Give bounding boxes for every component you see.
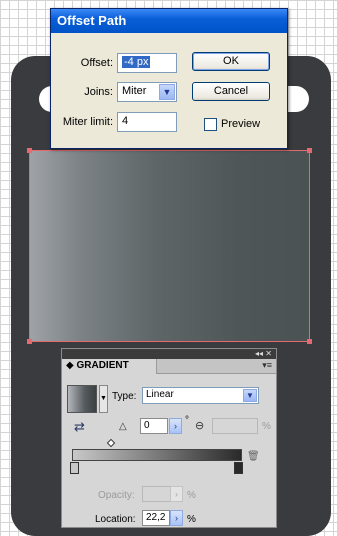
gradient-panel: ◂◂ ✕ ◆ GRADIENT ▾≡ ▼ Type: Linear ▼ ⇄ △ …: [61, 348, 277, 528]
joins-select[interactable]: Miter ▼: [117, 82, 177, 102]
panel-menu-icon[interactable]: ▾≡: [262, 360, 272, 371]
preview-label: Preview: [221, 118, 261, 130]
chevron-down-icon[interactable]: ▼: [159, 84, 175, 100]
joins-value: Miter: [122, 85, 147, 97]
gradient-stop-left[interactable]: [70, 462, 79, 474]
aspect-ratio-icon: ⊖: [195, 420, 205, 432]
gradient-stop-right[interactable]: [234, 462, 243, 474]
gradient-slider[interactable]: [72, 449, 242, 461]
angle-stepper[interactable]: ›: [169, 418, 182, 434]
offset-path-dialog: Offset Path Offset: -4 px Joins: Miter ▼…: [50, 8, 288, 149]
cancel-button[interactable]: Cancel: [192, 82, 270, 101]
angle-input[interactable]: 0: [140, 418, 168, 434]
opacity-input: [142, 486, 172, 502]
selection-handle-br[interactable]: [307, 339, 312, 344]
offset-value: -4 px: [122, 56, 151, 68]
miter-limit-input[interactable]: 4: [117, 112, 177, 132]
panel-topstrip[interactable]: ◂◂ ✕: [62, 349, 276, 359]
gradient-midpoint[interactable]: [106, 438, 116, 448]
gradient-swatch[interactable]: [67, 385, 97, 413]
location-value: 22,2: [146, 512, 166, 523]
offset-input[interactable]: -4 px: [117, 53, 177, 73]
joins-label: Joins:: [84, 86, 113, 98]
ok-button[interactable]: OK: [192, 52, 270, 71]
opacity-label: Opacity:: [98, 490, 135, 501]
panel-title: ◆ GRADIENT: [66, 360, 129, 371]
reverse-gradient-icon[interactable]: ⇄: [74, 419, 85, 435]
location-unit: %: [187, 514, 196, 525]
offset-label: Offset:: [80, 57, 113, 69]
preview-checkbox[interactable]: [204, 118, 217, 131]
chevron-down-icon[interactable]: ▼: [243, 389, 257, 402]
type-value: Linear: [146, 389, 174, 400]
panel-header: ◆ GRADIENT ▾≡: [62, 359, 276, 374]
dialog-title[interactable]: Offset Path: [51, 9, 287, 33]
trash-icon[interactable]: 🗑: [247, 451, 260, 462]
location-stepper[interactable]: ›: [170, 510, 183, 526]
angle-unit: °: [185, 415, 189, 426]
angle-icon: △: [119, 421, 127, 432]
gradient-rectangle[interactable]: [29, 150, 310, 342]
miter-limit-label: Miter limit:: [62, 116, 113, 128]
location-input[interactable]: 22,2: [142, 510, 170, 526]
panel-collapse-icon[interactable]: ◆: [66, 360, 74, 371]
selection-handle-bl[interactable]: [27, 339, 32, 344]
aspect-unit: %: [262, 421, 271, 432]
miter-limit-value: 4: [122, 115, 129, 127]
type-label: Type:: [112, 391, 137, 402]
angle-value: 0: [144, 420, 150, 431]
opacity-stepper: ›: [170, 486, 183, 502]
aspect-ratio-input: [212, 418, 258, 434]
swatch-dropdown-icon[interactable]: ▼: [99, 385, 108, 413]
type-select[interactable]: Linear ▼: [142, 387, 259, 404]
selection-handle-tr[interactable]: [307, 148, 312, 153]
location-label: Location:: [95, 514, 136, 525]
opacity-unit: %: [187, 490, 196, 501]
selection-handle-tl[interactable]: [27, 148, 32, 153]
